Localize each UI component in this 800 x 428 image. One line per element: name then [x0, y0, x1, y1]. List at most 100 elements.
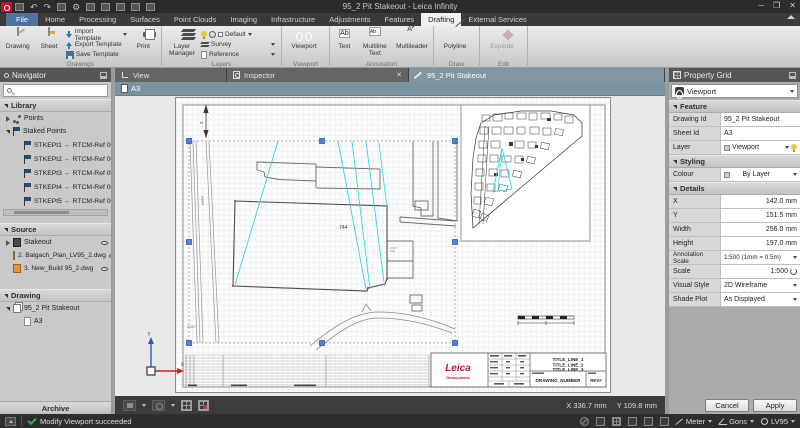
- multiline-text-button[interactable]: Multiline Text: [358, 27, 392, 57]
- chevron-down-icon[interactable]: [123, 33, 127, 36]
- delete-icon[interactable]: [57, 3, 66, 11]
- selection-handles[interactable]: [187, 139, 458, 346]
- close-button[interactable]: ✕: [789, 1, 796, 10]
- section-feature[interactable]: Feature: [669, 100, 800, 113]
- layer-default-row[interactable]: Default: [201, 30, 275, 39]
- tab-95-2-pit-stakeout[interactable]: 95_2 Pit Stakeout: [409, 68, 665, 82]
- navigator-search[interactable]: [3, 84, 108, 97]
- chevron-down-icon[interactable]: [785, 146, 789, 149]
- cancel-button[interactable]: Cancel: [705, 399, 749, 412]
- expander-icon[interactable]: [6, 240, 10, 246]
- layer-reference-row[interactable]: Reference: [201, 50, 275, 59]
- tab-surfaces[interactable]: Surfaces: [123, 13, 167, 26]
- visibility-eye-icon[interactable]: [101, 267, 108, 271]
- snap-grid-button[interactable]: [198, 400, 209, 411]
- drawing-button[interactable]: Drawing: [3, 27, 32, 51]
- tab-processing[interactable]: Processing: [72, 13, 123, 26]
- expand-log-button[interactable]: [5, 417, 16, 426]
- section-details[interactable]: Details: [669, 182, 800, 195]
- layer-manager-button[interactable]: Layer Manager: [165, 27, 199, 57]
- text-button[interactable]: Text: [333, 27, 356, 51]
- layer-survey-row[interactable]: Survey: [201, 40, 275, 49]
- chevron-down-icon[interactable]: [793, 284, 797, 287]
- cloud-icon[interactable]: [116, 3, 125, 11]
- chevron-down-icon[interactable]: [793, 173, 797, 176]
- lightbulb-icon[interactable]: [201, 31, 207, 39]
- layers-toggle-icon[interactable]: [628, 417, 637, 426]
- search-input[interactable]: [15, 87, 95, 94]
- viewport-selection[interactable]: [187, 139, 458, 346]
- expander-icon[interactable]: [6, 130, 10, 134]
- multileader-button[interactable]: Multileader: [394, 27, 430, 51]
- tree-item-stkept5[interactable]: STKEPt5 ← RTCM-Ref 0000 (07/10/: [0, 194, 111, 208]
- chevron-down-icon[interactable]: [248, 33, 252, 36]
- tab-adjustments[interactable]: Adjustments: [322, 13, 377, 26]
- tab-home[interactable]: Home: [38, 13, 72, 26]
- save-template-button[interactable]: Save Template: [66, 50, 127, 59]
- polyline-button[interactable]: Polyline: [437, 27, 473, 51]
- section-library[interactable]: Library: [0, 99, 111, 112]
- maximize-button[interactable]: ❐: [773, 1, 780, 10]
- section-styling[interactable]: Styling: [669, 155, 800, 168]
- section-source[interactable]: Source: [0, 223, 111, 236]
- chevron-down-icon[interactable]: [142, 404, 146, 407]
- save-icon[interactable]: [15, 3, 24, 11]
- minimize-button[interactable]: ─: [758, 1, 764, 10]
- undo-icon[interactable]: ↶: [30, 3, 38, 11]
- tab-external-services[interactable]: External Services: [461, 13, 533, 26]
- navigator-toggle-icon[interactable]: [580, 417, 589, 426]
- link-icon[interactable]: [209, 31, 216, 38]
- viewport-button[interactable]: Viewport: [285, 27, 323, 51]
- tree-item-dwg-2[interactable]: 2. Balgach_Plan_LV95_2.dwg: [0, 249, 111, 262]
- tab-point-clouds[interactable]: Point Clouds: [167, 13, 224, 26]
- a3-sheet[interactable]: Hane 2347: [175, 97, 611, 393]
- tab-inspector[interactable]: Inspector✕: [227, 68, 409, 82]
- export-template-button[interactable]: Export Template: [66, 40, 127, 49]
- angle-unit-selector[interactable]: Gons: [719, 417, 754, 426]
- redo-icon[interactable]: ↷: [44, 3, 52, 11]
- section-drawing[interactable]: Drawing: [0, 289, 111, 302]
- folder-icon[interactable]: [660, 417, 669, 426]
- snap-mode-button[interactable]: [152, 400, 165, 411]
- apply-button[interactable]: Apply: [753, 399, 797, 412]
- crs-selector[interactable]: LV95: [761, 417, 795, 426]
- property-grid-toggle-icon[interactable]: [612, 417, 621, 426]
- sheet-button[interactable]: Sheet: [34, 27, 63, 51]
- log-toggle-icon[interactable]: [644, 417, 653, 426]
- tree-item-stkept4[interactable]: STKEPt4 ← RTCM-Ref 0000 (07/10/: [0, 180, 111, 194]
- sheet-tab-a3[interactable]: A3: [131, 84, 140, 93]
- print-button[interactable]: Print: [129, 27, 158, 51]
- import-template-button[interactable]: Import Template: [66, 30, 127, 39]
- tree-item-stkept1[interactable]: STKEPt1 ← RTCM-Ref 0000 (07/10/: [0, 138, 111, 152]
- expander-icon[interactable]: [6, 307, 10, 311]
- chevron-down-icon[interactable]: [793, 298, 797, 301]
- pin-icon[interactable]: [100, 72, 107, 79]
- tree-item-stkept3[interactable]: STKEPt3 ← RTCM-Ref 0000 (07/10/: [0, 166, 111, 180]
- tree-item-dwg-3[interactable]: 3. New_Build 95_2.dwg: [0, 262, 111, 275]
- pin-icon[interactable]: [789, 72, 796, 79]
- report-icon[interactable]: [146, 3, 155, 11]
- chevron-down-icon[interactable]: [171, 404, 175, 407]
- tools-icon[interactable]: [86, 3, 95, 11]
- tree-item-stakeout[interactable]: Stakeout: [0, 236, 111, 249]
- tab-infrastructure[interactable]: Infrastructure: [264, 13, 322, 26]
- visibility-eye-icon[interactable]: [109, 254, 111, 258]
- expander-icon[interactable]: [6, 116, 10, 122]
- settings-gear-icon[interactable]: ⚙: [72, 3, 80, 11]
- quick-access-toolbar[interactable]: ↶ ↷ ⚙: [15, 3, 155, 11]
- refresh-scale-icon[interactable]: [790, 268, 797, 275]
- length-unit-selector[interactable]: Meter: [676, 417, 712, 426]
- inspector-toggle-icon[interactable]: [596, 417, 605, 426]
- chevron-down-icon[interactable]: [793, 256, 797, 259]
- grid-toggle-button[interactable]: [181, 400, 192, 411]
- fill-mode-button[interactable]: [123, 400, 136, 411]
- close-tab-icon[interactable]: ✕: [396, 71, 402, 79]
- section-archive[interactable]: Archive: [0, 401, 111, 414]
- tree-item-points[interactable]: Points: [0, 112, 111, 125]
- selection-type-dropdown[interactable]: Viewport: [671, 84, 798, 98]
- archive-icon[interactable]: [101, 3, 110, 11]
- tab-imaging[interactable]: Imaging: [223, 13, 264, 26]
- ribbon-collapse-icon[interactable]: [787, 15, 795, 19]
- tree-item-staked-points[interactable]: Staked Points: [0, 125, 111, 138]
- default-checkbox[interactable]: [218, 32, 223, 37]
